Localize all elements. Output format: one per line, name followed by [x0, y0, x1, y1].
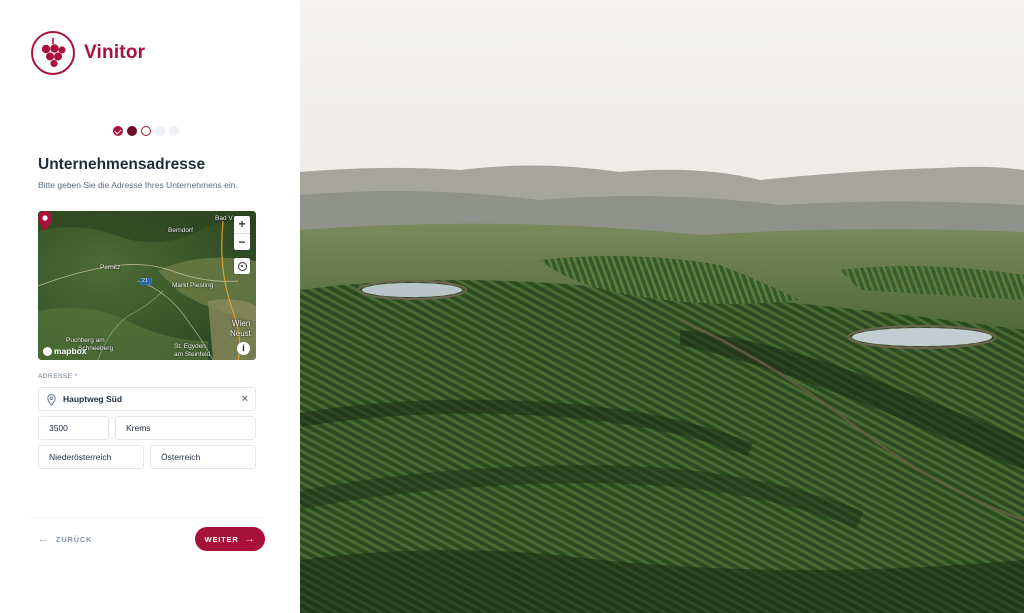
- back-label: ZURÜCK: [55, 534, 93, 544]
- step-1-done: [113, 126, 123, 136]
- step-2: [127, 126, 137, 136]
- step-3-current: [141, 126, 151, 136]
- state-input[interactable]: Niederösterreich: [38, 445, 144, 469]
- zip-value: 3500: [49, 423, 68, 433]
- background-image-panel: [300, 0, 1024, 613]
- city-value: Krems: [126, 423, 151, 433]
- mapbox-icon: [43, 346, 52, 356]
- map-label-markt: Markt Piesting: [172, 282, 214, 289]
- zip-input[interactable]: 3500: [38, 416, 109, 440]
- state-value: Niederösterreich: [49, 452, 112, 462]
- geolocate-button[interactable]: [234, 258, 250, 274]
- step-5: [169, 126, 179, 136]
- next-button[interactable]: WEITER →: [195, 527, 265, 551]
- brand-name: Vinitor: [84, 42, 146, 63]
- back-button[interactable]: ← ZURÜCK: [38, 531, 92, 547]
- map-marker-icon[interactable]: [38, 211, 52, 231]
- footer-divider: [30, 517, 264, 518]
- form-panel: Vinitor Unternehmensadresse Bitte geben …: [0, 0, 300, 613]
- step-4: [155, 126, 165, 136]
- location-pin-icon: [47, 394, 56, 406]
- city-input[interactable]: Krems: [115, 416, 256, 440]
- address-label: ADRESSE *: [38, 373, 78, 380]
- map-info-button[interactable]: i: [237, 342, 250, 355]
- arrow-right-icon: →: [244, 533, 256, 545]
- address-map[interactable]: Berndorf Bad V Pernitz 21 Markt Piesting…: [38, 211, 256, 360]
- map-label-pernitz: Pernitz: [100, 264, 121, 271]
- map-label-badv: Bad V: [215, 215, 233, 222]
- mapbox-attribution: mapbox: [54, 346, 87, 356]
- grape-logo-icon: [31, 31, 75, 75]
- brand-logo[interactable]: Vinitor: [30, 30, 145, 76]
- progress-stepper: [113, 126, 179, 136]
- country-value: Österreich: [161, 452, 201, 462]
- map-label-berndorf: Berndorf: [168, 227, 193, 234]
- arrow-left-icon: ←: [38, 533, 49, 545]
- map-label-wien: Wien: [232, 319, 251, 328]
- map-zoom-controls: + −: [234, 216, 250, 250]
- zoom-out-button[interactable]: −: [234, 233, 250, 250]
- map-label-egyden-2: am Steinfeld: [174, 351, 211, 358]
- map-label-route: 21: [142, 278, 149, 284]
- clear-icon[interactable]: ×: [242, 393, 248, 405]
- map-label-egyden-1: St. Egyden: [174, 343, 206, 350]
- page-title: Unternehmensadresse: [38, 156, 206, 173]
- map-label-puchberg-1: Puchberg am: [66, 337, 105, 344]
- street-value: Hauptweg Süd: [63, 394, 123, 404]
- vineyard-aerial-photo: [300, 0, 1024, 613]
- street-input[interactable]: Hauptweg Süd ×: [38, 387, 256, 411]
- mapbox-logo[interactable]: mapbox: [43, 346, 87, 356]
- page-subtitle: Bitte geben Sie die Adresse Ihres Untern…: [38, 180, 238, 190]
- country-input[interactable]: Österreich: [150, 445, 256, 469]
- locate-icon: [237, 261, 247, 271]
- next-label: WEITER: [204, 534, 239, 544]
- map-label-neust: Neust: [230, 329, 251, 338]
- zoom-in-button[interactable]: +: [234, 216, 250, 233]
